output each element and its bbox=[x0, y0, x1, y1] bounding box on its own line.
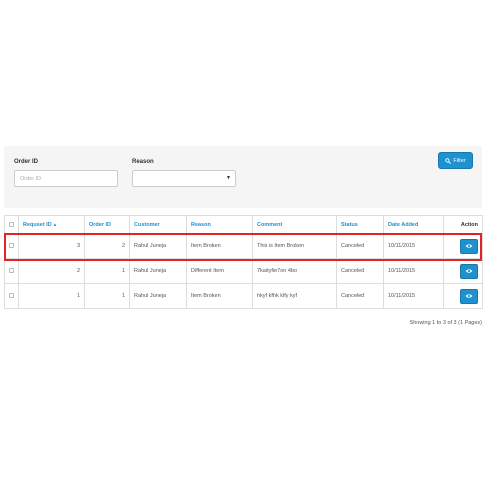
reason-cell: Different Item bbox=[186, 258, 253, 284]
comment-cell: 7kaityfie7on 4bo bbox=[252, 258, 337, 284]
column-header-label: Requset ID bbox=[23, 221, 52, 228]
column-header-action: Action bbox=[443, 215, 483, 234]
column-header-reason[interactable]: Reason bbox=[186, 215, 253, 234]
row-checkbox-cell[interactable] bbox=[4, 233, 19, 259]
date-added-cell: 10/11/2015 bbox=[383, 258, 444, 284]
column-header-label: Status bbox=[341, 221, 358, 228]
date-added-cell: 10/11/2015 bbox=[383, 283, 444, 309]
pagination-info: Showing 1 to 3 of 3 (1 Pages) bbox=[409, 320, 482, 326]
column-header-label: Reason bbox=[191, 221, 211, 228]
action-cell bbox=[443, 258, 483, 284]
filter-button-label: Filter bbox=[453, 157, 466, 164]
column-header-label: Customer bbox=[134, 221, 160, 228]
return-requests-table: Requset ID▲ Order ID Customer Reason Com… bbox=[4, 215, 483, 309]
column-header-label: Action bbox=[460, 221, 478, 228]
date-added-cell: 10/11/2015 bbox=[383, 233, 444, 259]
reason-cell: Item Broken bbox=[186, 283, 253, 309]
view-button[interactable] bbox=[460, 288, 478, 304]
row-checkbox[interactable] bbox=[9, 268, 14, 274]
action-cell bbox=[443, 233, 483, 259]
chevron-down-icon: ▼ bbox=[226, 175, 231, 181]
table-row: 3 2 Rahul Juneja Item Broken This is Ite… bbox=[4, 233, 483, 259]
customer-cell: Rahul Juneja bbox=[129, 233, 187, 259]
eye-icon bbox=[465, 294, 473, 298]
status-cell: Canceled bbox=[336, 283, 384, 309]
status-cell: Canceled bbox=[336, 233, 384, 259]
column-header-status[interactable]: Status bbox=[336, 215, 384, 234]
reason-select[interactable]: ▼ bbox=[132, 170, 236, 187]
comment-cell: This is Item Broken bbox=[252, 233, 337, 259]
column-header-request-id[interactable]: Requset ID▲ bbox=[18, 215, 85, 234]
action-cell bbox=[443, 283, 483, 309]
filter-panel: Order ID Reason ▼ bbox=[4, 146, 482, 208]
column-header-customer[interactable]: Customer bbox=[129, 215, 187, 234]
column-header-label: Order ID bbox=[89, 221, 112, 228]
order-id-label: Order ID bbox=[14, 159, 39, 165]
request-id-cell: 3 bbox=[18, 233, 85, 259]
table-header-row: Requset ID▲ Order ID Customer Reason Com… bbox=[4, 215, 483, 234]
order-id-input[interactable] bbox=[14, 170, 118, 187]
order-id-cell: 1 bbox=[84, 258, 130, 284]
select-all-checkbox[interactable] bbox=[9, 221, 14, 227]
column-header-date-added[interactable]: Date Added bbox=[383, 215, 444, 234]
view-button[interactable] bbox=[460, 263, 478, 279]
column-header-order-id[interactable]: Order ID bbox=[84, 215, 130, 234]
table-row: 1 1 Rahul Juneja Item Broken hkyf kfhk k… bbox=[4, 283, 483, 309]
sort-asc-icon: ▲ bbox=[52, 221, 58, 227]
eye-icon bbox=[465, 244, 473, 248]
customer-cell: Rahul Juneja bbox=[129, 283, 187, 309]
search-icon bbox=[445, 157, 452, 164]
request-id-cell: 1 bbox=[18, 283, 85, 309]
order-id-cell: 2 bbox=[84, 233, 130, 259]
request-id-cell: 2 bbox=[18, 258, 85, 284]
view-button[interactable] bbox=[460, 238, 478, 254]
column-header-comment[interactable]: Comment bbox=[252, 215, 337, 234]
reason-label: Reason bbox=[132, 159, 154, 165]
filter-button[interactable]: Filter bbox=[438, 152, 473, 169]
order-id-cell: 1 bbox=[84, 283, 130, 309]
row-checkbox-cell[interactable] bbox=[4, 258, 19, 284]
select-all-checkbox-cell[interactable] bbox=[4, 215, 19, 234]
column-header-label: Date Added bbox=[388, 221, 419, 228]
row-checkbox[interactable] bbox=[9, 293, 14, 299]
customer-cell: Rahul Juneja bbox=[129, 258, 187, 284]
status-cell: Canceled bbox=[336, 258, 384, 284]
table-row: 2 1 Rahul Juneja Different Item 7kaityfi… bbox=[4, 258, 483, 284]
eye-icon bbox=[465, 269, 473, 273]
row-checkbox[interactable] bbox=[9, 243, 14, 249]
reason-cell: Item Broken bbox=[186, 233, 253, 259]
comment-cell: hkyf kfhk klfy kyf bbox=[252, 283, 337, 309]
column-header-label: Comment bbox=[257, 221, 283, 228]
row-checkbox-cell[interactable] bbox=[4, 283, 19, 309]
